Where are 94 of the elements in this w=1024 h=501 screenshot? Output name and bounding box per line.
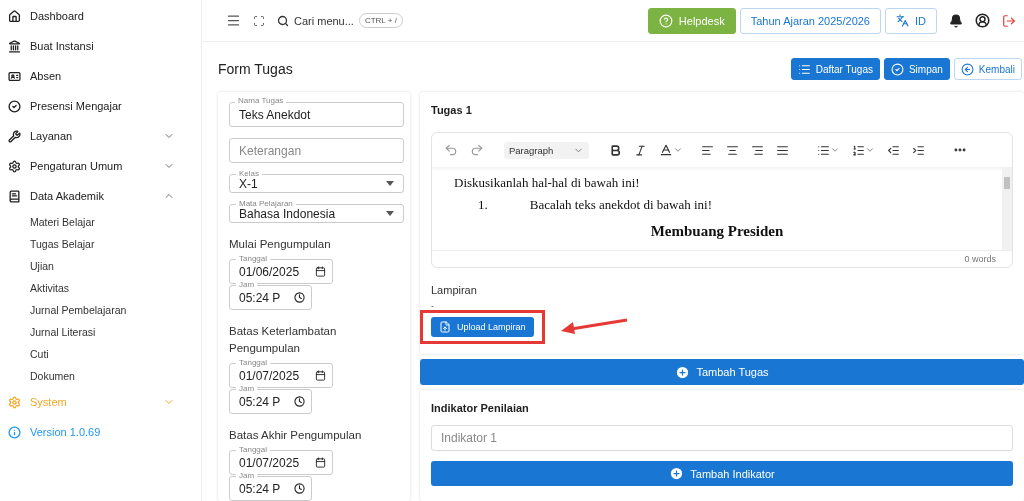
add-task-button[interactable]: Tambah Tugas — [420, 359, 1024, 385]
indent-icon[interactable] — [912, 143, 926, 157]
section-label: Mulai Pengumpulan — [229, 237, 332, 252]
field-label: Mata Pelajaran — [236, 199, 296, 209]
sidebar-item[interactable]: Presensi Mengajar — [0, 91, 201, 121]
action-button[interactable]: Kembali — [953, 58, 1022, 80]
undo-icon[interactable] — [444, 143, 458, 157]
user-icon[interactable] — [975, 13, 990, 28]
sidebar-subitem[interactable]: Aktivitas — [0, 277, 201, 299]
upload-button[interactable]: Upload Lampiran — [431, 317, 534, 337]
list-item-text: Bacalah teks anekdot di bawah ini! — [529, 197, 713, 213]
text-color-icon[interactable] — [659, 143, 674, 157]
sidebar-item[interactable]: Absen — [0, 61, 201, 91]
sidebar-item[interactable]: Dashboard — [0, 1, 201, 31]
indicator-field[interactable]: Indikator 1 — [431, 425, 1013, 451]
action-button[interactable]: Simpan — [883, 58, 950, 80]
sidebar-item[interactable]: Layanan — [0, 121, 201, 151]
sidebar-item[interactable]: Pengaturan Umum — [0, 151, 201, 181]
menu-icon[interactable] — [226, 13, 241, 28]
settings-icon — [8, 395, 21, 409]
section-label: Batas Keterlambatan Pengumpulan — [229, 324, 338, 356]
list-icon — [797, 62, 811, 76]
list-number: 1. — [478, 197, 488, 213]
file-upload-icon — [439, 321, 451, 333]
section-title: Indikator Penilaian — [431, 402, 530, 414]
align-center-icon[interactable] — [726, 143, 740, 157]
logout-icon[interactable] — [1002, 13, 1016, 28]
text-field[interactable]: Keterangan — [229, 138, 404, 163]
clock-icon — [294, 292, 305, 303]
bold-icon[interactable] — [609, 143, 623, 157]
task-title: Tugas 1 — [431, 104, 473, 116]
home-icon — [8, 9, 21, 23]
sidebar-subitem[interactable]: Dokumen — [0, 365, 201, 387]
field-label: Tanggal — [236, 358, 271, 368]
sidebar-subitem[interactable]: Materi Belajar — [0, 211, 201, 233]
language-button[interactable]: ID — [885, 7, 937, 34]
field-label: Jam — [236, 280, 258, 290]
rich-text-editor[interactable]: Paragraph Diskusikanlah hal-hal di bawah ini! 1. Bacalah teks anekdot di bawah ini! Membuang Presiden 0 words — [431, 132, 1013, 268]
align-left-icon[interactable] — [701, 143, 715, 157]
clock-icon — [294, 483, 305, 494]
plus-circle-icon — [669, 466, 685, 481]
field-label: Tanggal — [236, 445, 271, 455]
calendar-icon — [315, 266, 326, 277]
caret-icon — [386, 211, 394, 216]
scrollbar[interactable] — [1002, 167, 1012, 250]
align-right-icon[interactable] — [751, 143, 765, 157]
outdent-icon[interactable] — [887, 143, 901, 157]
action-button[interactable]: Daftar Tugas — [790, 58, 880, 80]
info-icon — [8, 425, 21, 439]
sidebar-subitem[interactable]: Jurnal Literasi — [0, 321, 201, 343]
id-card-icon — [8, 69, 21, 83]
sidebar-subitem[interactable]: Cuti — [0, 343, 201, 365]
section-label: Batas Akhir Pengumpulan — [229, 428, 363, 443]
sidebar-subitem[interactable]: Ujian — [0, 255, 201, 277]
word-count: 0 words — [964, 254, 996, 264]
check-circle-icon — [890, 62, 904, 76]
search-icon[interactable] — [277, 14, 289, 27]
calendar-icon — [315, 457, 326, 468]
editor-paragraph: Diskusikanlah hal-hal di bawah ini! — [454, 175, 641, 191]
page-title: Form Tugas — [218, 61, 294, 77]
book-icon — [8, 189, 21, 203]
field-label: Tanggal — [236, 254, 271, 264]
field-label: Nama Tugas — [235, 96, 287, 106]
school-year-button[interactable]: Tahun Ajaran 2025/2026 — [739, 7, 881, 34]
align-justify-icon[interactable] — [776, 143, 790, 157]
field-label: Jam — [236, 384, 258, 394]
sidebar-subitem[interactable]: Tugas Belajar — [0, 233, 201, 255]
fullscreen-icon[interactable] — [253, 14, 265, 27]
editor-heading: Membuang Presiden — [649, 223, 785, 240]
field-label: Jam — [236, 471, 258, 481]
redo-icon[interactable] — [470, 143, 484, 157]
bell-icon[interactable] — [949, 13, 963, 28]
help-icon — [658, 13, 673, 28]
wrench-icon — [8, 129, 21, 143]
building-icon — [8, 39, 21, 53]
attachment-label: Lampiran — [431, 284, 478, 296]
plus-circle-icon — [675, 364, 691, 380]
italic-icon[interactable] — [634, 143, 648, 157]
field-label: Kelas — [236, 169, 262, 179]
sidebar-item[interactable]: Data Akademik — [0, 181, 201, 211]
add-indicator-button[interactable]: Tambah Indikator — [431, 461, 1013, 486]
calendar-icon — [315, 370, 326, 381]
bullet-list-icon[interactable] — [817, 143, 831, 157]
settings-icon — [8, 159, 21, 173]
format-dropdown[interactable]: Paragraph — [504, 141, 590, 159]
sidebar-subitem[interactable]: Jurnal Pembelajaran — [0, 299, 201, 321]
translate-icon — [896, 14, 909, 27]
sidebar-item[interactable]: Buat Instansi — [0, 31, 201, 61]
search-placeholder[interactable]: Cari menu... — [294, 14, 354, 27]
clock-icon — [294, 396, 305, 407]
check-circle-icon — [8, 99, 21, 113]
attachment-value: - — [431, 302, 435, 310]
caret-icon — [386, 181, 394, 186]
numbered-list-icon[interactable] — [852, 143, 866, 157]
